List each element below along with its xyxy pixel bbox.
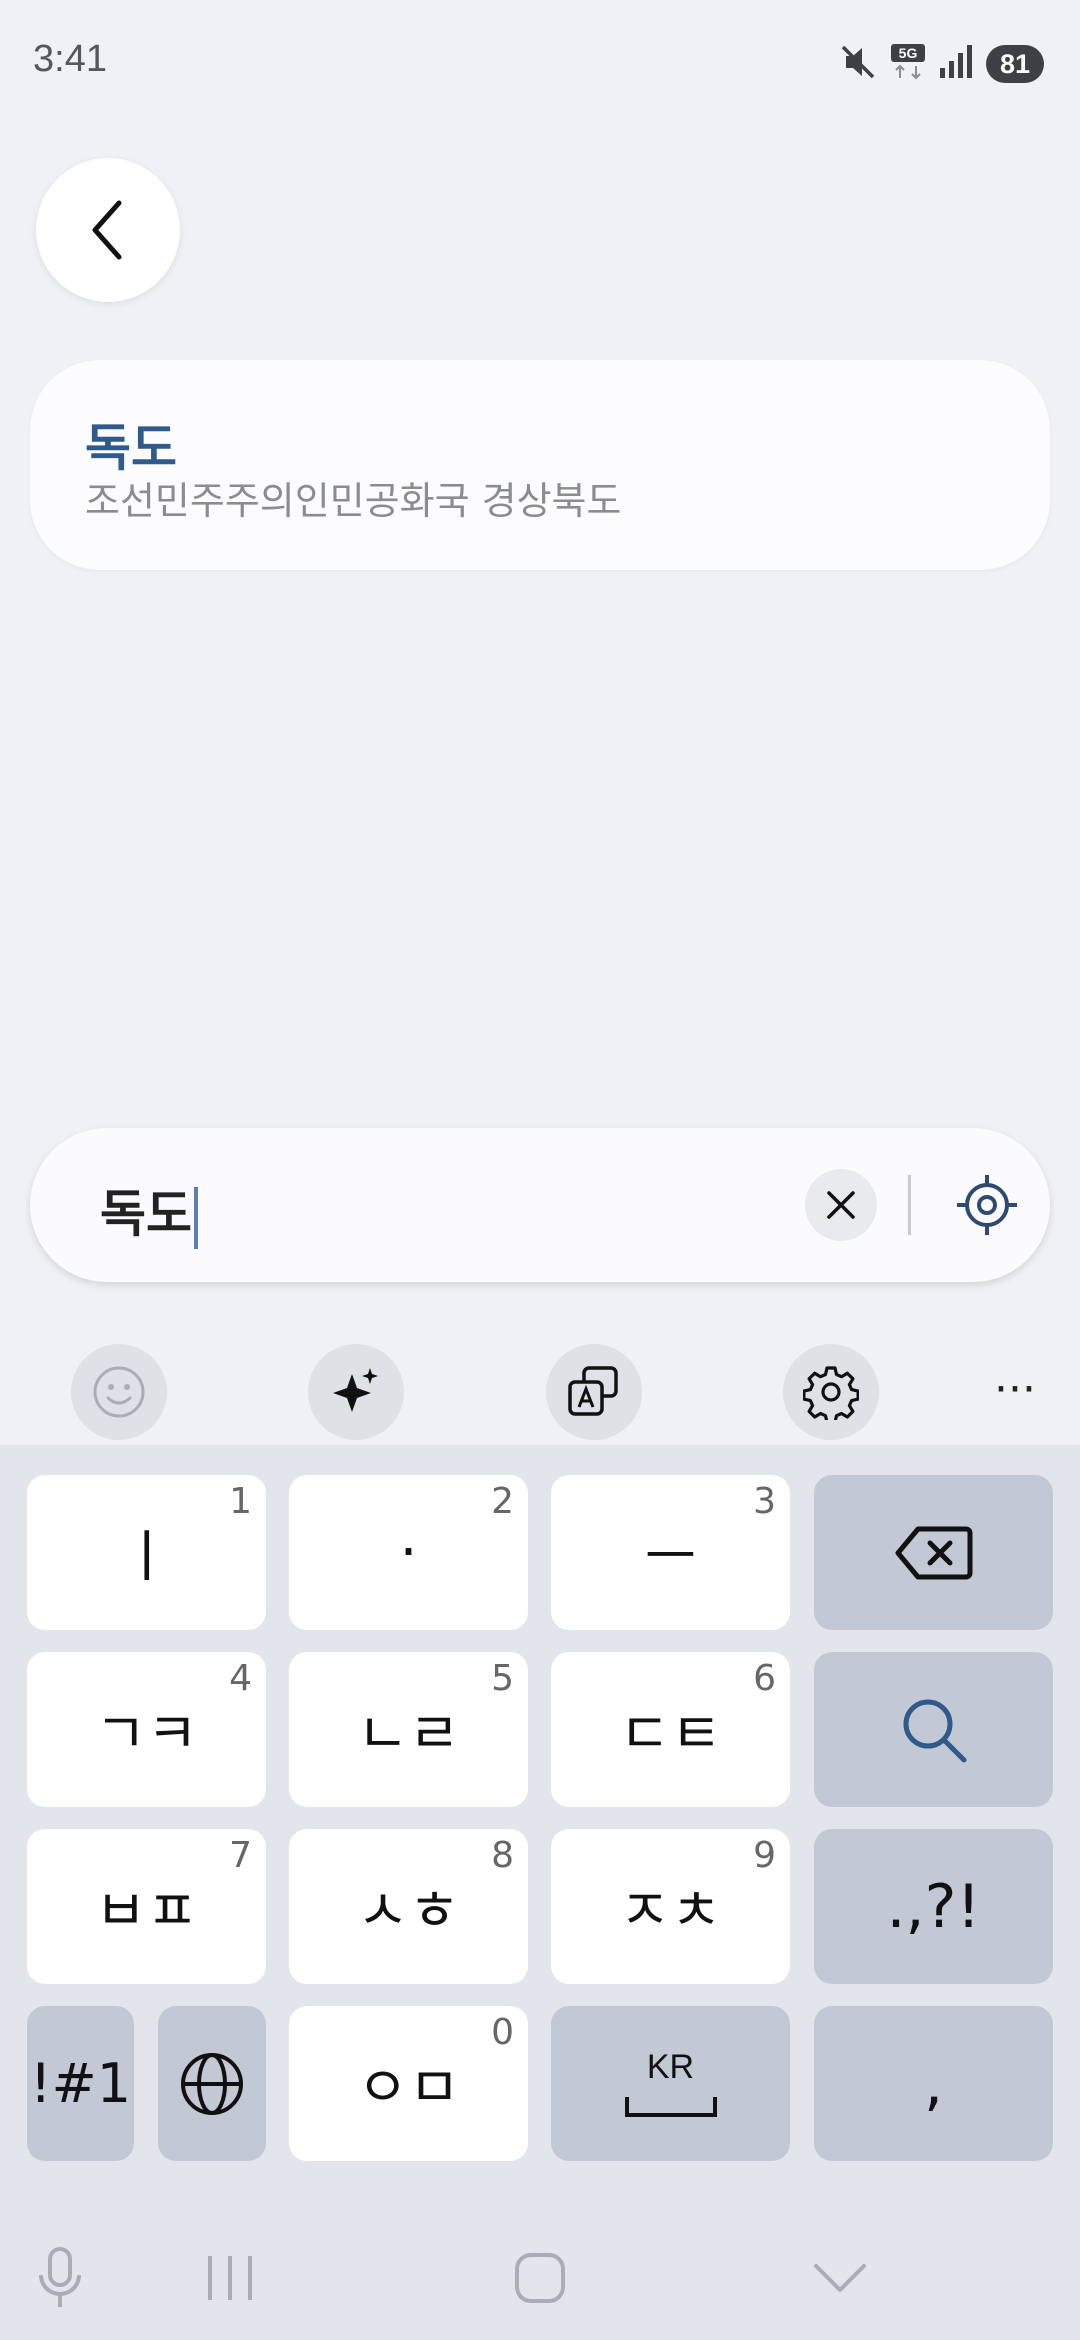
key-4[interactable]: ㄱㅋ 4 bbox=[27, 1652, 266, 1807]
comma-key[interactable]: , bbox=[814, 2006, 1053, 2161]
globe-icon bbox=[181, 2052, 243, 2115]
crosshair-icon bbox=[957, 1175, 1017, 1235]
keyboard-toolbar: ··· bbox=[0, 1320, 1080, 1445]
key-4-number: 4 bbox=[229, 1658, 252, 1699]
search-divider bbox=[908, 1175, 911, 1235]
key-2-label: · bbox=[399, 1520, 418, 1585]
navigation-bar bbox=[0, 2218, 1080, 2340]
language-key[interactable] bbox=[158, 2006, 266, 2161]
more-icon[interactable]: ··· bbox=[980, 1360, 1050, 1420]
search-icon bbox=[903, 1699, 966, 1762]
status-time: 3:41 bbox=[33, 38, 107, 80]
ai-button[interactable] bbox=[308, 1344, 404, 1440]
backspace-icon bbox=[895, 1526, 972, 1579]
key-6[interactable]: ㄷㅌ 6 bbox=[551, 1652, 790, 1807]
punctuation-key-label: .,?! bbox=[886, 1871, 981, 1942]
translate-button[interactable] bbox=[546, 1344, 642, 1440]
status-icons: 5G 81 bbox=[838, 40, 1044, 88]
key-8[interactable]: ㅅㅎ 8 bbox=[289, 1829, 528, 1984]
space-icon bbox=[624, 2097, 717, 2117]
comma-key-label: , bbox=[923, 2048, 944, 2119]
key-5-number: 5 bbox=[491, 1658, 514, 1699]
search-result-item[interactable]: 독도 조선민주주의인민공화국 경상북도 bbox=[30, 360, 1050, 570]
search-input[interactable]: 독도 bbox=[100, 1174, 198, 1249]
key-9-number: 9 bbox=[753, 1835, 776, 1876]
mute-icon bbox=[838, 42, 878, 86]
key-7-number: 7 bbox=[229, 1835, 252, 1876]
home-button[interactable] bbox=[500, 2238, 580, 2318]
emoji-button[interactable] bbox=[71, 1344, 167, 1440]
key-3[interactable]: ㅡ 3 bbox=[551, 1475, 790, 1630]
key-3-number: 3 bbox=[753, 1481, 776, 1522]
microphone-icon bbox=[39, 2247, 81, 2307]
key-2-number: 2 bbox=[491, 1481, 514, 1522]
key-6-label: ㄷㅌ bbox=[618, 1702, 723, 1767]
search-key[interactable] bbox=[814, 1652, 1053, 1807]
hide-keyboard-button[interactable] bbox=[800, 2238, 880, 2318]
symbols-key[interactable]: !#1 bbox=[27, 2006, 134, 2161]
result-subtitle: 조선민주주의인민공화국 경상북도 bbox=[85, 479, 622, 523]
key-9-label: ㅈㅊ bbox=[618, 1879, 723, 1944]
signal-icon bbox=[938, 42, 974, 86]
key-1-label: ㅣ bbox=[120, 1525, 173, 1590]
recent-apps-icon bbox=[208, 2256, 252, 2300]
key-1[interactable]: ㅣ 1 bbox=[27, 1475, 266, 1630]
home-icon bbox=[515, 2253, 565, 2303]
emoji-icon bbox=[93, 1366, 145, 1418]
space-key[interactable]: KR bbox=[551, 2006, 790, 2161]
voice-input-button[interactable] bbox=[20, 2238, 100, 2318]
key-8-label: ㅅㅎ bbox=[356, 1879, 461, 1944]
current-location-button[interactable] bbox=[947, 1165, 1027, 1245]
recent-apps-button[interactable] bbox=[190, 2238, 270, 2318]
key-4-label: ㄱㅋ bbox=[94, 1702, 199, 1767]
settings-button[interactable] bbox=[783, 1344, 879, 1440]
close-icon bbox=[827, 1191, 855, 1219]
svg-text:5G: 5G bbox=[899, 45, 918, 61]
clear-button[interactable] bbox=[805, 1169, 877, 1241]
chevron-down-icon bbox=[814, 2264, 866, 2292]
search-input-text: 독도 bbox=[100, 1185, 192, 1243]
backspace-key[interactable] bbox=[814, 1475, 1053, 1630]
key-2[interactable]: · 2 bbox=[289, 1475, 528, 1630]
5g-icon: 5G bbox=[890, 42, 926, 86]
key-7[interactable]: ㅂㅍ 7 bbox=[27, 1829, 266, 1984]
key-8-number: 8 bbox=[491, 1835, 514, 1876]
text-cursor bbox=[194, 1186, 198, 1249]
key-0-number: 0 bbox=[491, 2012, 514, 2053]
key-1-number: 1 bbox=[229, 1481, 252, 1522]
translate-icon bbox=[568, 1366, 618, 1416]
punctuation-key[interactable]: .,?! bbox=[814, 1829, 1053, 1984]
chevron-left-icon bbox=[92, 200, 122, 260]
sparkle-icon bbox=[333, 1368, 378, 1412]
key-5-label: ㄴㄹ bbox=[356, 1702, 461, 1767]
key-0-label: ㅇㅁ bbox=[356, 2056, 461, 2121]
key-5[interactable]: ㄴㄹ 5 bbox=[289, 1652, 528, 1807]
search-bar[interactable]: 독도 bbox=[30, 1128, 1050, 1282]
key-9[interactable]: ㅈㅊ 9 bbox=[551, 1829, 790, 1984]
space-key-label: KR bbox=[646, 2048, 695, 2086]
key-6-number: 6 bbox=[753, 1658, 776, 1699]
symbols-key-label: !#1 bbox=[29, 2052, 132, 2115]
settings-icon bbox=[803, 1366, 859, 1420]
battery-icon: 81 bbox=[985, 45, 1044, 83]
keyboard: ㅣ 1 · 2 ㅡ 3 ㄱㅋ 4 ㄴㄹ 5 ㄷㅌ 6 ㅂㅍ 7 ㅅㅎ 8 ㅈㅊ … bbox=[0, 1445, 1080, 2218]
key-0[interactable]: ㅇㅁ 0 bbox=[289, 2006, 528, 2161]
key-3-label: ㅡ bbox=[644, 1525, 697, 1590]
key-7-label: ㅂㅍ bbox=[94, 1879, 199, 1944]
back-button[interactable] bbox=[36, 158, 180, 302]
